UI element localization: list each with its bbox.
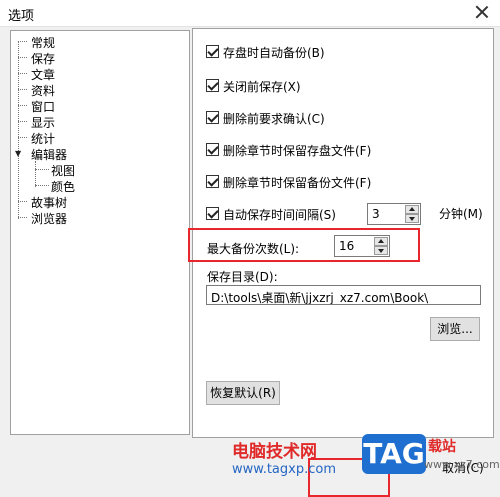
tree-item-story-tree[interactable]: 故事树 — [31, 194, 67, 211]
watermark-sub-url: www.xz7.com — [424, 458, 500, 471]
auto-save-interval-unit: 分钟(M) — [439, 207, 483, 221]
auto-save-interval-checkbox[interactable] — [206, 207, 219, 220]
tree-item-window[interactable]: 窗口 — [31, 98, 55, 115]
decrement-icon[interactable] — [405, 214, 419, 223]
tree-item-color[interactable]: 颜色 — [51, 178, 75, 195]
save-dir-field[interactable]: D:\tools\桌面\新\jjxzrj_xz7.com\Book\ — [206, 285, 481, 305]
title-bar: 选项 — [0, 0, 500, 27]
watermark-sub: 载站 — [428, 439, 456, 455]
keep-backup-files-checkbox[interactable] — [206, 175, 219, 188]
save-before-close-checkbox[interactable] — [206, 79, 219, 92]
chevron-down-icon[interactable]: ▼ — [15, 149, 21, 158]
auto-save-interval-label: 自动保存时间间隔(S) — [223, 208, 336, 222]
restore-defaults-button[interactable]: 恢复默认(R) — [206, 381, 280, 405]
save-before-close-label: 关闭前保存(X) — [223, 80, 301, 94]
tag-logo: TAG — [362, 434, 426, 474]
auto-save-interval-stepper[interactable]: 3 — [367, 203, 421, 225]
increment-icon[interactable] — [405, 205, 419, 214]
tree-item-browser[interactable]: 浏览器 — [31, 210, 67, 227]
browse-button[interactable]: 浏览... — [430, 317, 480, 341]
tree-item-view[interactable]: 视图 — [51, 162, 75, 179]
tree-item-general[interactable]: 常规 — [31, 34, 55, 51]
tree-item-data[interactable]: 资料 — [31, 82, 55, 99]
tree-item-stats[interactable]: 统计 — [31, 130, 55, 147]
keep-backup-files-label: 删除章节时保留备份文件(F) — [223, 176, 372, 190]
save-dir-label: 保存目录(D): — [207, 270, 278, 284]
tree-item-editor[interactable]: 编辑器 — [31, 146, 67, 163]
tree-item-save[interactable]: 保存 — [31, 50, 55, 67]
tree-item-display[interactable]: 显示 — [31, 114, 55, 131]
keep-save-files-label: 删除章节时保留存盘文件(F) — [223, 144, 372, 158]
confirm-delete-checkbox[interactable] — [206, 111, 219, 124]
keep-save-files-checkbox[interactable] — [206, 143, 219, 156]
highlight-box — [188, 228, 420, 262]
auto-backup-label: 存盘时自动备份(B) — [223, 46, 325, 60]
auto-save-interval-value: 3 — [372, 207, 380, 221]
auto-backup-checkbox[interactable] — [206, 45, 219, 58]
watermark-url: www.tagxp.com — [232, 462, 336, 477]
confirm-delete-label: 删除前要求确认(C) — [223, 112, 325, 126]
close-icon[interactable] — [472, 2, 492, 22]
category-tree: 常规 保存 文章 资料 窗口 显示 统计 ▼ 编辑器 视图 颜色 故事树 浏览器 — [10, 30, 190, 435]
window-title: 选项 — [8, 9, 35, 24]
tree-item-article[interactable]: 文章 — [31, 66, 55, 83]
watermark-site-name: 电脑技术网 — [232, 442, 317, 462]
settings-panel: 存盘时自动备份(B) 关闭前保存(X) 删除前要求确认(C) 删除章节时保留存盘… — [188, 28, 494, 438]
